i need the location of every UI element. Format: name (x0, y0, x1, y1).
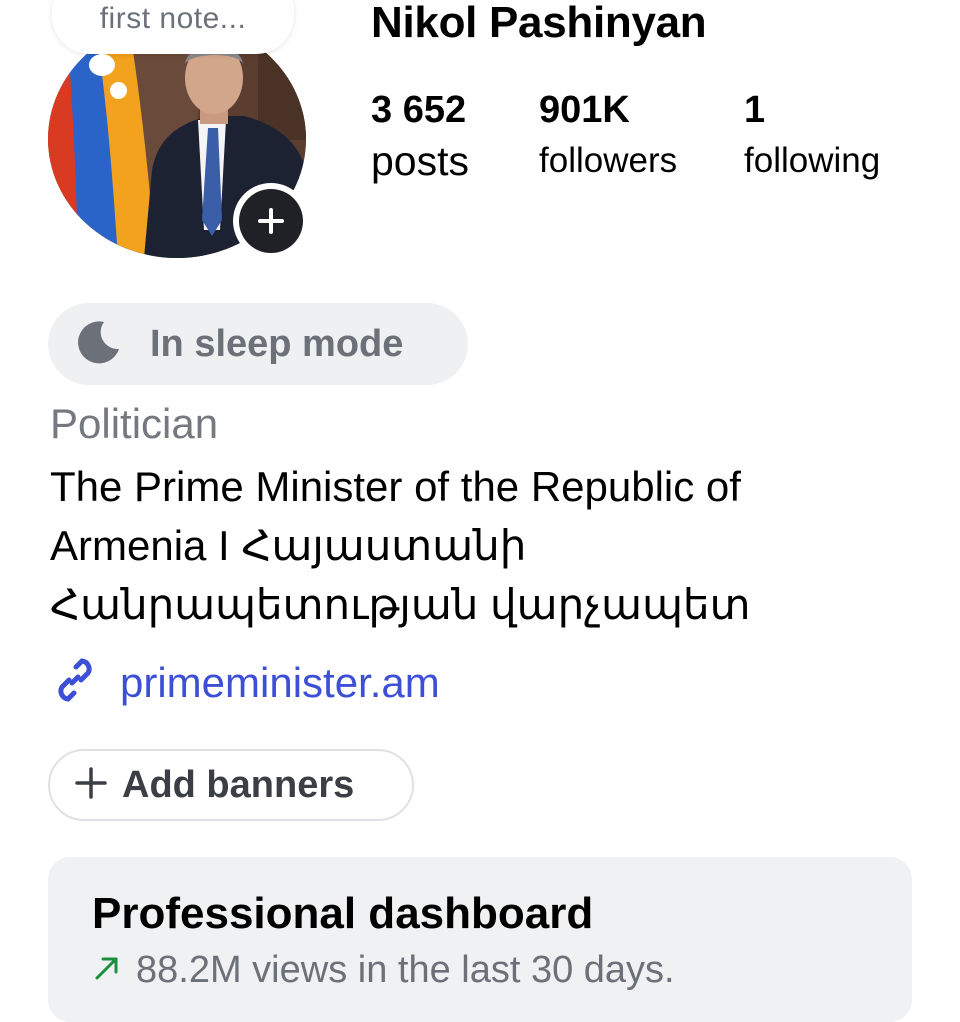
profile-username: Nikol Pashinyan (371, 0, 707, 47)
followers-count: 901K (539, 89, 630, 131)
following-label: following (744, 141, 881, 180)
sleep-mode-status[interactable]: In sleep mode (48, 303, 468, 385)
moon-icon (76, 319, 122, 370)
posts-stat[interactable]: 3 652 posts (371, 86, 469, 188)
add-banners-button[interactable]: Add banners (48, 749, 414, 821)
note-text: first note... (99, 2, 247, 35)
profile-category: Politician (50, 400, 219, 447)
posts-count: 3 652 (371, 89, 467, 131)
profile-link-text[interactable]: primeminister.am (120, 659, 440, 707)
dashboard-subtitle-row: 88.2M views in the last 30 days. (92, 949, 675, 992)
bio-line: The Prime Minister of the Republic of (50, 463, 741, 510)
following-count: 1 (744, 89, 766, 131)
posts-label: posts (371, 138, 469, 184)
sleep-mode-label: In sleep mode (150, 322, 404, 365)
dashboard-title: Professional dashboard (92, 889, 594, 938)
profile-link[interactable]: primeminister.am (48, 653, 440, 712)
trend-up-arrow-icon (92, 953, 122, 988)
followers-label: followers (539, 141, 678, 180)
add-banners-label: Add banners (122, 763, 355, 806)
followers-stat[interactable]: 901K followers (539, 86, 677, 188)
add-story-button[interactable] (233, 183, 309, 259)
bio-line: Հանրապետության վարչապետ (50, 581, 751, 628)
plus-icon (74, 766, 108, 805)
bio-line: Armenia I Հայաստանի (50, 522, 527, 569)
link-icon (48, 653, 102, 712)
note-bubble[interactable]: first note... (52, 0, 294, 54)
note-bubble-tail (89, 54, 115, 76)
professional-dashboard-card[interactable]: Professional dashboard 88.2M views in th… (48, 857, 912, 1022)
profile-bio: The Prime Minister of the Republic of Ar… (50, 457, 930, 634)
dashboard-views-text: 88.2M views in the last 30 days. (136, 949, 675, 991)
following-stat[interactable]: 1 following (744, 86, 880, 188)
plus-icon (239, 189, 303, 253)
note-bubble-tail-dot (110, 82, 127, 99)
